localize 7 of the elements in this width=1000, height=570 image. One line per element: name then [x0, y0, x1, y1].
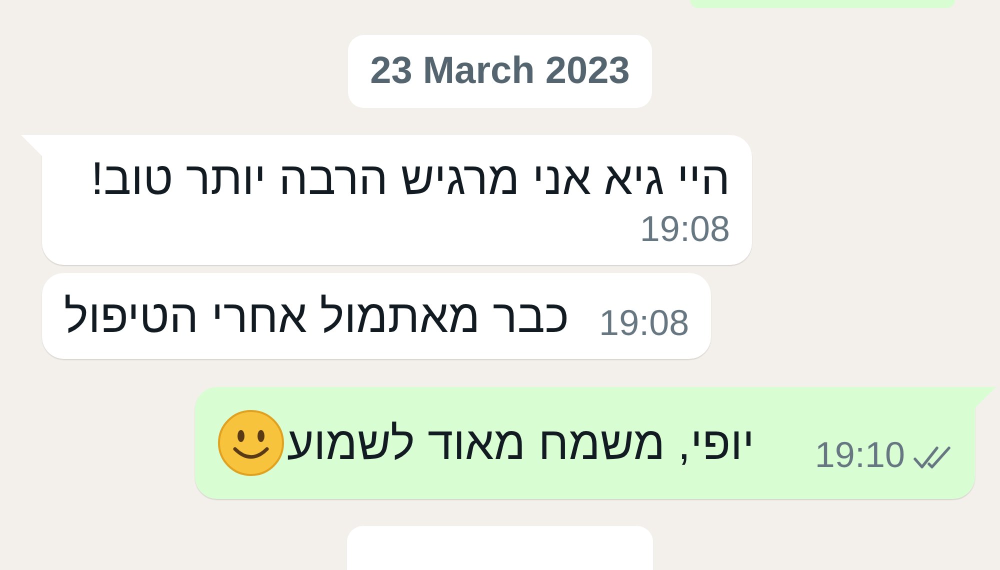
message-text: כבר מאתמול אחרי הטיפול — [64, 289, 570, 344]
message-text: היי גיא אני מרגיש הרבה יותר טוב! — [90, 151, 730, 206]
message-time: 19:08 — [599, 301, 690, 345]
message-time: 19:08 — [640, 207, 730, 251]
message-time: 19:10 — [814, 433, 905, 477]
date-chip: 23 March 2023 — [348, 35, 652, 108]
message-text: יופי, משמח מאוד לשמוע — [287, 416, 754, 471]
